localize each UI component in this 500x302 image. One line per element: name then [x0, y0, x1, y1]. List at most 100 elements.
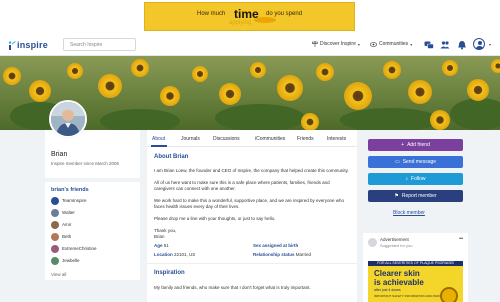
inspire-logo-icon	[8, 40, 16, 50]
profile-main-panel: About Journals Discussions iCommunities …	[147, 130, 357, 302]
top-banner-ad[interactable]: How much time do you spend applying	[144, 2, 355, 31]
about-paragraph: Brian	[154, 234, 165, 239]
communities-menu[interactable]: Communities ▾	[370, 41, 412, 47]
ad-text-2: time	[234, 7, 259, 21]
ad-subheadline: after just 4 doses	[374, 288, 401, 292]
friends-title: brian's friends	[51, 187, 89, 193]
about-paragraph: I am Brian Loew, the founder and CEO of …	[154, 168, 349, 173]
age-field: Age 51	[154, 243, 169, 248]
avatar-body-shape	[476, 45, 483, 49]
friend-item[interactable]: TeamInspire	[51, 196, 87, 205]
send-message-button[interactable]: ▭ Send message	[368, 156, 463, 168]
relationship-field: Relationship status Married	[253, 252, 311, 257]
active-tab-indicator	[151, 145, 167, 147]
friend-avatar	[51, 244, 59, 253]
people-icon[interactable]	[440, 40, 450, 50]
signpost-icon	[312, 41, 318, 47]
bell-icon[interactable]	[457, 40, 467, 50]
location-value: 22101, US	[174, 252, 196, 257]
sunflower-graphic	[440, 287, 458, 302]
tab-about[interactable]: About	[152, 136, 165, 142]
ad-banner-text: FOR ALL SEVERITIES OF PLAQUE PSORIASIS	[368, 261, 463, 266]
tab-discussions[interactable]: Discussions	[213, 136, 240, 142]
friend-name: Jewbelle	[62, 258, 80, 263]
discover-inspire-menu[interactable]: Discover Inspire ▾	[312, 41, 360, 47]
ad-fine-print: IMPORTANT SAFETY INFORMATION AND INDICAT…	[374, 294, 451, 298]
friend-avatar	[51, 220, 59, 229]
flag-icon: ⚑	[394, 193, 399, 199]
user-avatar-menu[interactable]	[473, 38, 485, 50]
report-label: Report member	[401, 193, 437, 199]
advertiser-avatar	[368, 238, 377, 247]
friend-item[interactable]: Jewbelle	[51, 256, 80, 265]
tab-friends[interactable]: Friends	[297, 136, 314, 142]
ad-text-1: How much	[197, 11, 226, 17]
top-navbar: inspire Search Inspire Discover Inspire …	[0, 34, 500, 56]
sex-field: Sex assigned at birth	[253, 243, 298, 248]
age-label: Age	[154, 243, 163, 248]
bell-icon: ♪	[405, 176, 409, 182]
section-divider	[147, 263, 357, 264]
friend-avatar	[51, 208, 59, 217]
ad-headline-2: is achievable	[374, 278, 424, 287]
friend-item[interactable]: ExtremeChristine	[51, 244, 97, 253]
chevron-down-icon: ▾	[410, 41, 413, 47]
relationship-label: Relationship status	[253, 252, 295, 257]
friend-avatar	[51, 256, 59, 265]
send-message-label: Send message	[402, 159, 437, 165]
friend-avatar	[51, 232, 59, 241]
about-paragraph: Please drop me a line with your thoughts…	[154, 216, 276, 221]
friend-item[interactable]: Walter	[51, 208, 75, 217]
ad-text-4: applying	[229, 20, 252, 26]
profile-avatar[interactable]	[49, 100, 87, 138]
location-field: Location 22101, US	[154, 252, 195, 257]
profile-name: Brian	[51, 151, 68, 158]
eye-icon	[370, 41, 377, 47]
friend-name: Beth	[62, 234, 72, 239]
add-person-icon: +	[401, 142, 405, 148]
tab-journals[interactable]: Journals	[181, 136, 200, 142]
advertisement-label: Advertisement	[380, 237, 409, 242]
follow-button[interactable]: ♪ Follow	[368, 173, 463, 185]
avatar-head-shape	[477, 41, 482, 45]
location-label: Location	[154, 252, 173, 257]
about-paragraph: All of us here want to make sure this is…	[154, 180, 330, 191]
about-paragraph: We work hard to make this a wonderful, s…	[154, 198, 345, 209]
friend-item[interactable]: Beth	[51, 232, 71, 241]
chevron-down-icon: ▾	[357, 41, 360, 47]
profile-card: Brian Inspire member since March 2006	[45, 130, 140, 178]
friend-avatar	[51, 196, 59, 205]
logo-text: inspire	[17, 40, 48, 50]
friend-item[interactable]: Amir	[51, 220, 71, 229]
age-value: 51	[163, 243, 169, 248]
follow-label: Follow	[411, 176, 426, 182]
add-friend-button[interactable]: + Add friend	[368, 139, 463, 151]
friend-name: TeamInspire	[62, 198, 87, 203]
friends-card: brian's friends TeamInspire Walter Amir …	[45, 182, 140, 280]
about-title: About Brian	[154, 154, 189, 160]
friend-name: ExtremeChristine	[62, 246, 97, 251]
ad-text-3: do you spend	[266, 11, 303, 17]
inspire-logo[interactable]: inspire	[8, 39, 48, 51]
relationship-value: Married	[295, 252, 312, 257]
inspiration-title: Inspiration	[154, 270, 185, 276]
add-friend-label: Add friend	[407, 142, 430, 148]
report-member-button[interactable]: ⚑ Report member	[368, 190, 463, 202]
tab-interests[interactable]: Interests	[327, 136, 346, 142]
view-all-friends-link[interactable]: View all	[51, 272, 66, 277]
ad-headline-1: Clearer skin	[374, 269, 420, 278]
top-banner-area: How much time do you spend applying	[0, 0, 500, 34]
more-options-icon[interactable]: •••	[459, 236, 463, 242]
search-input[interactable]: Search Inspire	[63, 38, 136, 51]
friend-name: Walter	[62, 210, 75, 215]
sidebar-ad-image[interactable]: FOR ALL SEVERITIES OF PLAQUE PSORIASIS C…	[368, 261, 463, 302]
chat-icon[interactable]	[424, 40, 434, 50]
profile-tabs: About Journals Discussions iCommunities …	[147, 130, 357, 147]
tab-icommunities[interactable]: iCommunities	[255, 136, 285, 142]
chevron-down-icon[interactable]: ▾	[489, 42, 491, 47]
chat-icon: ▭	[394, 159, 400, 165]
friend-name: Amir	[62, 222, 72, 227]
sex-label: Sex assigned at birth	[253, 243, 299, 248]
communities-label: Communities	[379, 41, 409, 47]
block-member-link[interactable]: Block member	[393, 210, 425, 216]
